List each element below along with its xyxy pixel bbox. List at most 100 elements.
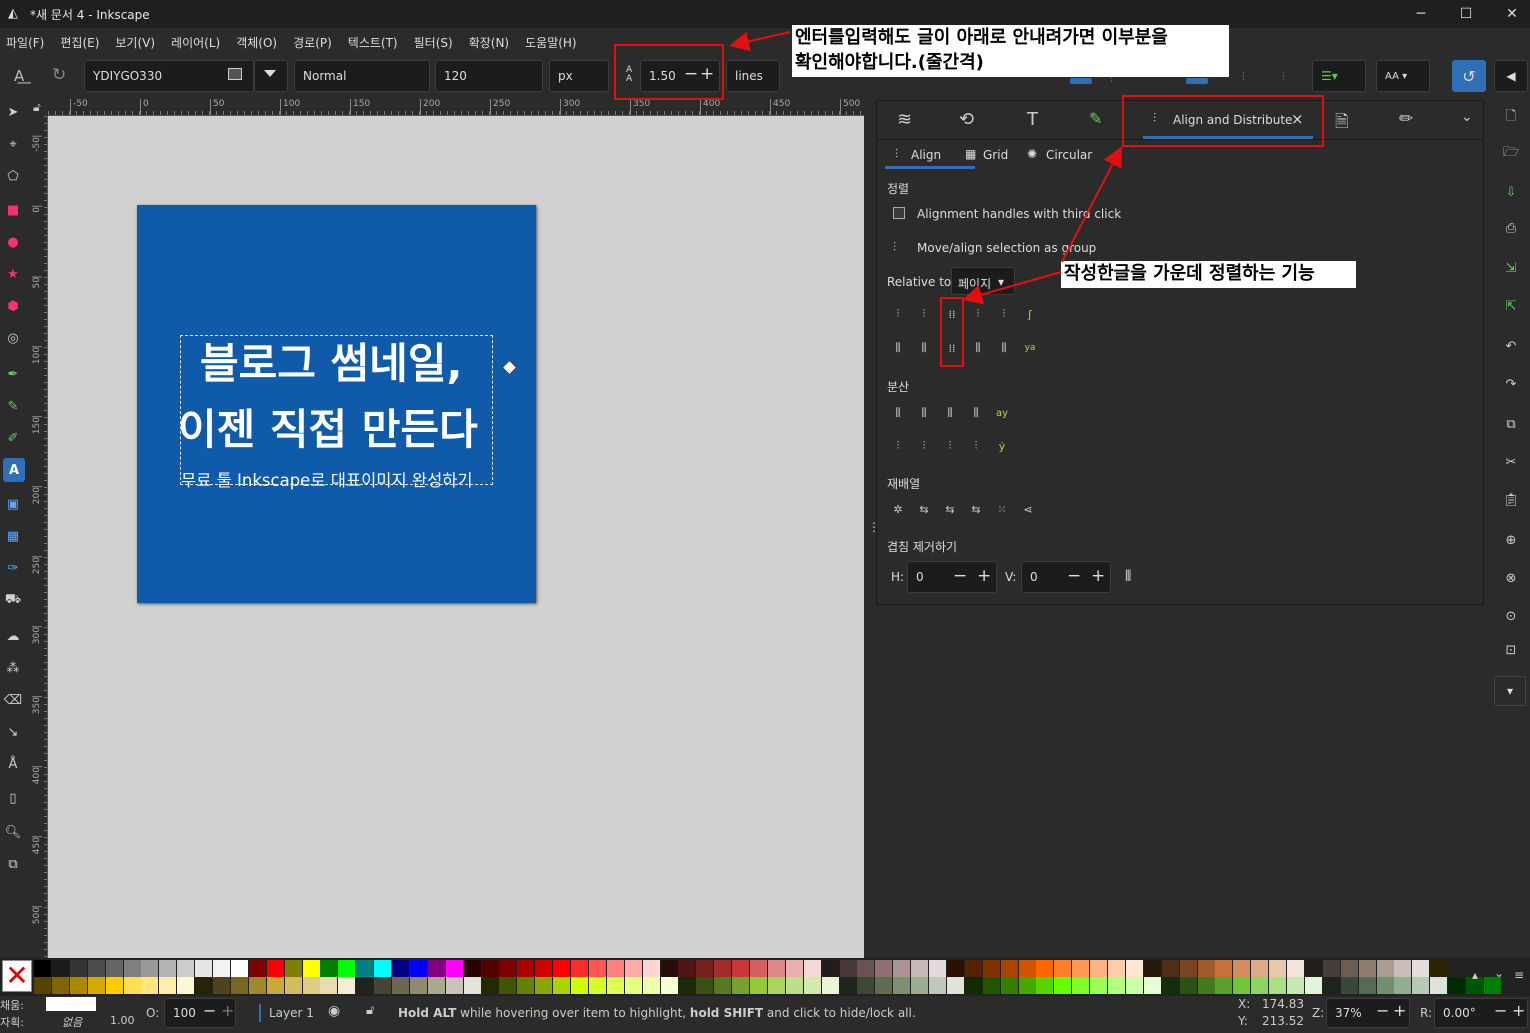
- align-text-baseline-icon[interactable]: ya: [1021, 339, 1039, 357]
- distribute-anchors-icon[interactable]: ay: [993, 404, 1011, 422]
- v-gap-decrease-button[interactable]: −: [1067, 566, 1081, 586]
- color-swatch[interactable]: [445, 960, 463, 977]
- dock-menu-chevron-icon[interactable]: ⌄: [1461, 109, 1473, 125]
- minimize-button[interactable]: ─: [1398, 0, 1444, 28]
- color-swatch[interactable]: [1143, 960, 1161, 977]
- text-direction-icon[interactable]: ⫶: [1282, 70, 1285, 84]
- transform-icon[interactable]: ⟲: [959, 109, 974, 130]
- collapse-toolbar-button[interactable]: ◀: [1494, 60, 1528, 92]
- palette-scroll-up-icon[interactable]: ▴: [1472, 968, 1478, 982]
- spiral-tool-icon[interactable]: ◎: [3, 328, 23, 348]
- color-swatch[interactable]: [660, 977, 678, 994]
- color-swatch[interactable]: [893, 960, 911, 977]
- color-swatch[interactable]: [427, 977, 445, 994]
- color-swatch[interactable]: [767, 960, 785, 977]
- color-swatch[interactable]: [195, 960, 213, 977]
- open-file-icon[interactable]: 🗁︎: [1501, 144, 1521, 164]
- color-swatch[interactable]: [1018, 977, 1036, 994]
- color-swatch[interactable]: [463, 977, 481, 994]
- color-swatch[interactable]: [1018, 960, 1036, 977]
- align-right-edges-icon[interactable]: ⫶: [889, 305, 907, 323]
- zoom-selection-icon[interactable]: ⊕: [1501, 530, 1521, 550]
- text-tool-icon[interactable]: A: [3, 458, 25, 482]
- node-tool-icon[interactable]: ⌖: [3, 134, 23, 154]
- color-swatch[interactable]: [517, 960, 535, 977]
- color-swatch[interactable]: [911, 977, 929, 994]
- color-swatch[interactable]: [624, 977, 642, 994]
- color-swatch[interactable]: [1251, 977, 1269, 994]
- color-swatch[interactable]: [34, 960, 51, 977]
- color-swatch[interactable]: [1322, 960, 1340, 977]
- alignment-dropdown[interactable]: ☰▾: [1312, 60, 1366, 92]
- color-swatch[interactable]: [248, 977, 266, 994]
- color-swatch[interactable]: [732, 977, 750, 994]
- graph-layout-icon[interactable]: ✲: [889, 500, 907, 518]
- color-swatch[interactable]: [839, 977, 857, 994]
- gradient-tool-icon[interactable]: ▣: [3, 494, 23, 514]
- canvas-text-line1[interactable]: 블로그 썸네일,: [200, 330, 462, 391]
- selector-tool-icon[interactable]: ➤: [3, 102, 23, 122]
- line-height-unit-select[interactable]: lines: [726, 60, 780, 92]
- maximize-button[interactable]: ☐: [1443, 0, 1489, 28]
- color-swatch[interactable]: [230, 977, 248, 994]
- color-swatch[interactable]: [51, 960, 69, 977]
- color-swatch[interactable]: [481, 977, 499, 994]
- subtab-grid[interactable]: Grid: [983, 148, 1008, 162]
- color-swatch[interactable]: [553, 977, 571, 994]
- color-swatch[interactable]: [1215, 960, 1233, 977]
- color-swatch[interactable]: [320, 977, 338, 994]
- color-swatch[interactable]: [1430, 977, 1448, 994]
- color-swatch[interactable]: [51, 977, 69, 994]
- writing-mode-toggle[interactable]: [1186, 78, 1208, 84]
- pages-copy-icon[interactable]: ⧉: [3, 854, 23, 874]
- font-collections-icon[interactable]: A͟: [14, 67, 24, 85]
- star-tool-icon[interactable]: ★: [3, 264, 23, 284]
- more-commands-button[interactable]: ▾: [1494, 676, 1526, 706]
- color-swatch[interactable]: [929, 977, 946, 994]
- color-swatch[interactable]: [803, 977, 821, 994]
- color-swatch[interactable]: [284, 977, 302, 994]
- color-swatch[interactable]: [123, 977, 141, 994]
- no-paint-swatch[interactable]: ✕: [2, 960, 32, 992]
- align-left-outer-icon[interactable]: ⫶: [995, 305, 1013, 323]
- pages-tool-icon[interactable]: ▯: [3, 788, 23, 808]
- swatch-grid[interactable]: [34, 960, 1501, 994]
- color-swatch[interactable]: [875, 960, 893, 977]
- save-icon[interactable]: ⇩: [1501, 182, 1521, 202]
- align-top-outer-icon[interactable]: ⫼: [995, 339, 1013, 357]
- color-swatch[interactable]: [785, 960, 803, 977]
- color-swatch[interactable]: [445, 977, 463, 994]
- color-swatch[interactable]: [409, 977, 427, 994]
- menu-object[interactable]: 객체(O): [236, 34, 277, 51]
- color-swatch[interactable]: [1072, 977, 1090, 994]
- color-swatch[interactable]: [302, 977, 320, 994]
- unit-select[interactable]: px: [549, 60, 609, 92]
- menu-view[interactable]: 보기(V): [115, 34, 155, 51]
- eraser-tool-icon[interactable]: ⌫: [3, 690, 23, 710]
- color-swatch[interactable]: [767, 977, 785, 994]
- menu-edit[interactable]: 편집(E): [60, 34, 99, 51]
- close-window-button[interactable]: ✕: [1489, 0, 1530, 28]
- reload-icon[interactable]: ↻: [52, 65, 66, 85]
- pencil-tool-icon[interactable]: ✎: [3, 396, 23, 416]
- dropper-tool-icon[interactable]: ✑: [3, 558, 23, 578]
- color-swatch[interactable]: [1108, 977, 1125, 994]
- h-gap-increase-button[interactable]: +: [977, 566, 991, 586]
- color-swatch[interactable]: [1304, 960, 1322, 977]
- layers-objects-icon[interactable]: ≋: [897, 109, 912, 130]
- color-swatch[interactable]: [392, 960, 409, 977]
- color-swatch[interactable]: [893, 977, 911, 994]
- color-swatch[interactable]: [1125, 960, 1143, 977]
- color-swatch[interactable]: [374, 960, 392, 977]
- font-size-input[interactable]: 120: [435, 60, 543, 92]
- zoom-out-button[interactable]: −: [1376, 1001, 1389, 1020]
- calligraphy-tool-icon[interactable]: ✐: [3, 428, 23, 448]
- xml-editor-icon[interactable]: ✎: [1089, 109, 1102, 128]
- color-swatch[interactable]: [624, 960, 642, 977]
- color-swatch[interactable]: [1322, 977, 1340, 994]
- zoom-page-icon[interactable]: ⊙: [1501, 606, 1521, 626]
- color-swatch[interactable]: [1125, 977, 1143, 994]
- color-swatch[interactable]: [248, 960, 266, 977]
- color-swatch[interactable]: [463, 960, 481, 977]
- color-swatch[interactable]: [177, 960, 195, 977]
